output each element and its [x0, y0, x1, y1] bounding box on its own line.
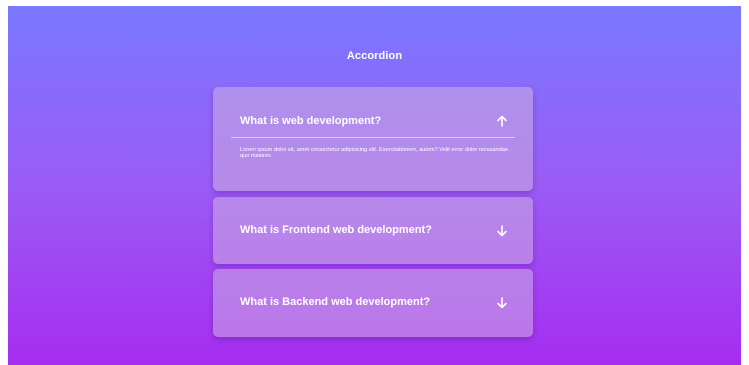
accordion-question[interactable]: What is web development? [240, 115, 381, 127]
arrow-down-icon[interactable] [495, 224, 509, 238]
page-background: Accordion What is web development? Lorem… [8, 6, 741, 365]
accordion-item-backend[interactable]: What is Backend web development? [213, 269, 533, 337]
arrow-up-icon[interactable] [495, 114, 509, 128]
accordion-question[interactable]: What is Frontend web development? [240, 224, 432, 236]
page-title: Accordion [346, 50, 403, 62]
accordion-divider [231, 137, 515, 138]
accordion-question[interactable]: What is Backend web development? [240, 296, 430, 308]
accordion-answer: Lorem ipsum dolor sit, amet consectetur … [240, 147, 509, 160]
accordion-item-web-development[interactable]: What is web development? Lorem ipsum dol… [213, 87, 533, 191]
arrow-down-icon[interactable] [495, 296, 509, 310]
accordion-item-frontend[interactable]: What is Frontend web development? [213, 197, 533, 264]
